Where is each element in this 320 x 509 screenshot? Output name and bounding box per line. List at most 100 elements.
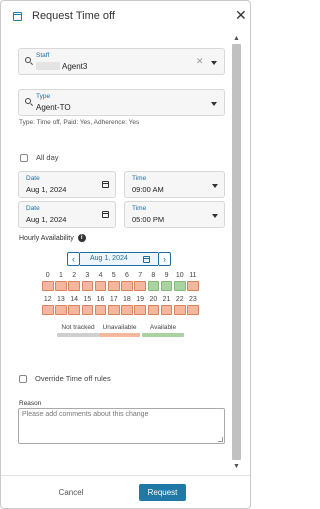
hour-availability-cell bbox=[187, 305, 199, 315]
all-day-checkbox-row[interactable]: All day bbox=[20, 153, 59, 162]
legend-swatch bbox=[142, 333, 184, 337]
hour-slot: 1 bbox=[55, 271, 67, 291]
type-label: Type bbox=[36, 93, 51, 100]
chevron-down-icon[interactable] bbox=[211, 102, 217, 106]
reason-textarea[interactable]: Please add comments about this change bbox=[18, 408, 225, 444]
hour-label: 2 bbox=[72, 272, 77, 279]
hour-availability-cell bbox=[121, 281, 133, 291]
hour-availability-cell bbox=[174, 305, 186, 315]
start-date-label: Date bbox=[26, 175, 40, 182]
cancel-button[interactable]: Cancel bbox=[45, 484, 97, 501]
hour-label: 23 bbox=[189, 296, 197, 303]
hour-label: 14 bbox=[70, 296, 79, 303]
hour-slot: 12 bbox=[42, 295, 54, 315]
hour-slot: 5 bbox=[108, 271, 120, 291]
scrollbar-thumb[interactable] bbox=[232, 44, 241, 460]
hour-slot: 16 bbox=[94, 295, 107, 315]
type-value: Agent-TO bbox=[36, 103, 71, 112]
start-date-field[interactable]: Date Aug 1, 2024 bbox=[18, 171, 116, 198]
resize-grip-icon[interactable] bbox=[218, 437, 223, 442]
hour-slot: 20 bbox=[147, 295, 160, 315]
search-icon bbox=[25, 98, 31, 104]
hour-slot: 21 bbox=[160, 295, 173, 315]
type-hint: Type: Time off, Paid: Yes, Adherence: Ye… bbox=[19, 119, 140, 126]
chevron-right-icon[interactable]: › bbox=[158, 252, 171, 266]
hourly-date-value: Aug 1, 2024 bbox=[90, 255, 128, 262]
override-checkbox-row[interactable]: Override Time off rules bbox=[19, 374, 111, 383]
chevron-left-icon[interactable]: ‹ bbox=[67, 252, 80, 266]
hourly-date-picker[interactable]: Aug 1, 2024 bbox=[80, 252, 158, 266]
override-checkbox[interactable] bbox=[19, 374, 27, 383]
hour-label: 1 bbox=[58, 272, 63, 279]
hour-availability-cell bbox=[134, 305, 146, 315]
hour-slot: 0 bbox=[42, 271, 54, 291]
start-date-value: Aug 1, 2024 bbox=[26, 185, 67, 194]
chevron-down-icon[interactable] bbox=[212, 184, 218, 188]
redacted-name bbox=[36, 62, 60, 70]
legend-item: Unavailable bbox=[99, 324, 140, 337]
hour-availability-cell bbox=[147, 305, 160, 315]
scroll-down-icon[interactable]: ▼ bbox=[231, 462, 242, 472]
legend-item: Not tracked bbox=[57, 324, 99, 337]
hourly-availability-heading: Hourly Availability i bbox=[19, 234, 86, 242]
hour-slot: 8 bbox=[147, 271, 160, 291]
hour-label: 4 bbox=[98, 272, 103, 279]
hour-label: 5 bbox=[111, 272, 116, 279]
hour-slot: 17 bbox=[108, 295, 120, 315]
hour-label: 11 bbox=[189, 272, 197, 279]
chevron-down-icon[interactable] bbox=[211, 61, 217, 65]
reason-label: Reason bbox=[19, 400, 42, 407]
hour-availability-cell bbox=[55, 305, 67, 315]
hour-slot: 6 bbox=[121, 271, 133, 291]
hour-slot: 9 bbox=[160, 271, 173, 291]
type-field[interactable]: Type Agent-TO bbox=[18, 89, 225, 116]
hour-availability-cell bbox=[81, 281, 94, 291]
hour-slot: 18 bbox=[121, 295, 133, 315]
close-icon[interactable]: ✕ bbox=[235, 8, 247, 22]
hour-label: 19 bbox=[136, 296, 145, 303]
end-date-label: Date bbox=[26, 205, 40, 212]
calendar-icon[interactable] bbox=[102, 181, 109, 188]
hour-slot: 14 bbox=[68, 295, 80, 315]
footer-divider bbox=[1, 475, 250, 476]
clear-icon[interactable]: ✕ bbox=[196, 56, 204, 67]
chevron-down-icon[interactable] bbox=[212, 214, 218, 218]
end-time-field[interactable]: Time 05:00 PM bbox=[124, 201, 225, 228]
start-time-field[interactable]: Time 09:00 AM bbox=[124, 171, 225, 198]
hour-availability-cell bbox=[42, 281, 54, 291]
hour-availability-cell bbox=[94, 305, 107, 315]
hour-slot: 2 bbox=[68, 271, 80, 291]
hour-slot: 3 bbox=[81, 271, 94, 291]
staff-value: Agent3 bbox=[62, 62, 88, 71]
hour-availability-cell bbox=[174, 281, 186, 291]
hour-availability-cell bbox=[187, 281, 199, 291]
hour-label: 20 bbox=[149, 296, 158, 303]
hour-label: 16 bbox=[96, 296, 105, 303]
hour-label: 22 bbox=[175, 296, 184, 303]
calendar-icon bbox=[143, 256, 150, 263]
hourly-availability-label: Hourly Availability bbox=[19, 234, 74, 242]
hour-availability-cell bbox=[160, 281, 173, 291]
dialog-title: Request Time off bbox=[32, 10, 115, 22]
hour-label: 8 bbox=[151, 272, 156, 279]
hour-label: 9 bbox=[164, 272, 169, 279]
all-day-checkbox[interactable] bbox=[20, 153, 28, 162]
scroll-up-icon[interactable]: ▲ bbox=[231, 34, 242, 44]
hour-availability-cell bbox=[55, 281, 67, 291]
hour-label: 0 bbox=[45, 272, 50, 279]
info-icon[interactable]: i bbox=[77, 234, 86, 242]
request-time-off-dialog: Request Time off ✕ Staff Agent3 ✕ Type A… bbox=[0, 0, 251, 509]
request-button[interactable]: Request bbox=[139, 484, 186, 501]
calendar-icon[interactable] bbox=[102, 211, 109, 218]
hour-availability-cell bbox=[68, 281, 80, 291]
hour-label: 21 bbox=[162, 296, 171, 303]
scrollbar[interactable]: ▲ ▼ bbox=[231, 34, 242, 474]
dialog-header: Request Time off ✕ bbox=[1, 1, 250, 33]
staff-field[interactable]: Staff Agent3 ✕ bbox=[18, 48, 225, 75]
end-date-field[interactable]: Date Aug 1, 2024 bbox=[18, 201, 116, 228]
hour-slot: 19 bbox=[134, 295, 146, 315]
hour-availability-cell bbox=[94, 281, 107, 291]
hour-label: 15 bbox=[83, 296, 92, 303]
reason-placeholder: Please add comments about this change bbox=[22, 411, 149, 418]
hour-slot: 7 bbox=[134, 271, 146, 291]
